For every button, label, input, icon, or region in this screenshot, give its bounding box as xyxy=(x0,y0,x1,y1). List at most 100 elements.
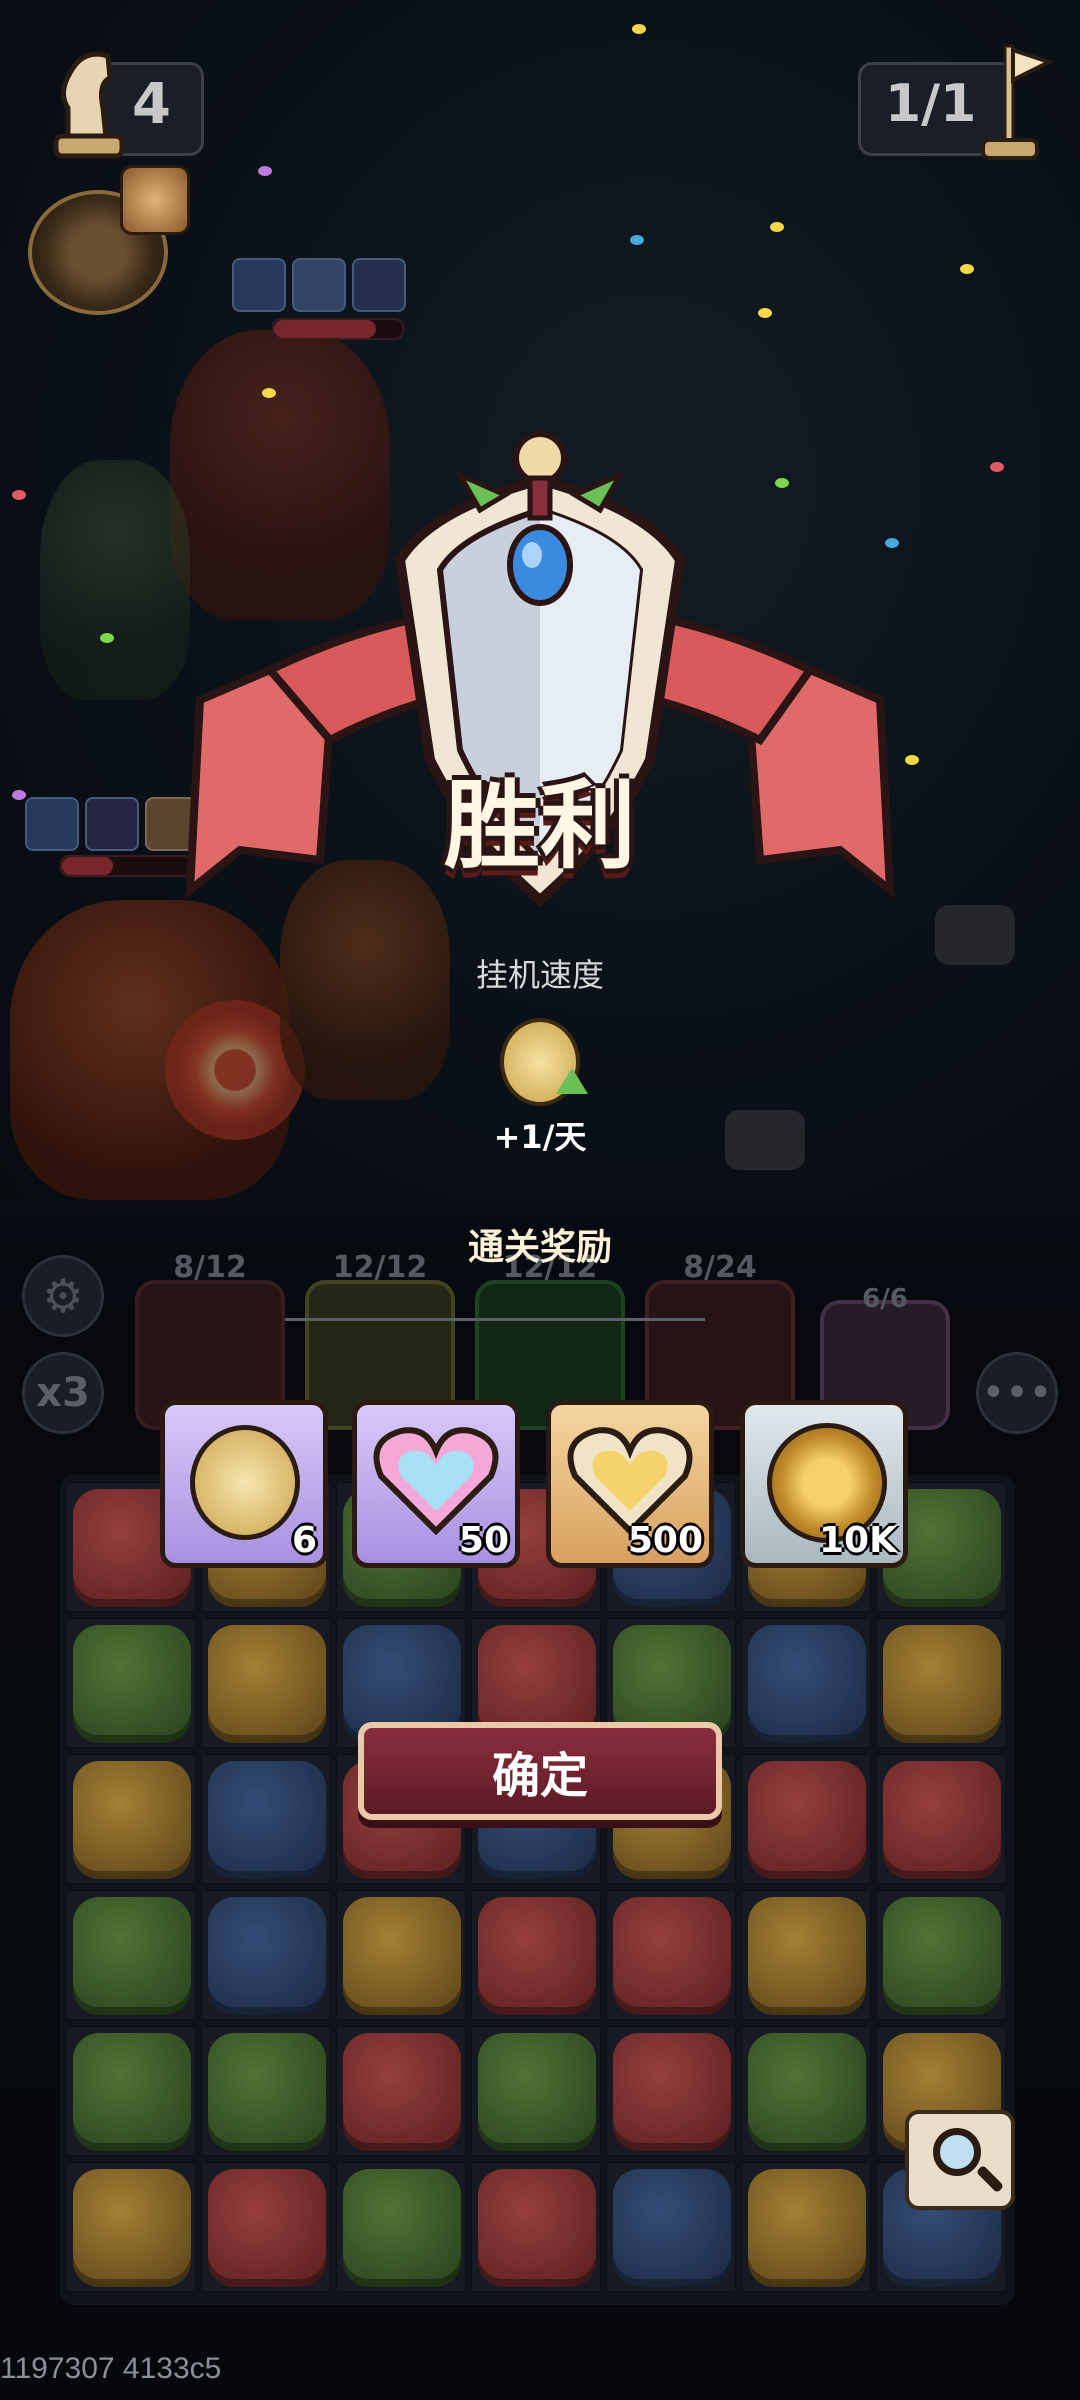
board-cell[interactable] xyxy=(471,1890,601,2020)
green-gem-icon xyxy=(208,2033,326,2151)
confetti-piece xyxy=(100,633,114,643)
reward-quantity: 6 xyxy=(291,1520,317,1561)
red-gem-icon xyxy=(208,2169,326,2287)
flag-icon xyxy=(965,36,1055,166)
more-options-button[interactable]: ••• xyxy=(976,1352,1058,1434)
confetti-piece xyxy=(960,264,974,274)
gold-crystal-coin-icon xyxy=(190,1425,300,1540)
board-cell[interactable] xyxy=(66,1754,196,1884)
board-cell[interactable] xyxy=(741,1618,871,1748)
reward-quantity: 500 xyxy=(627,1520,703,1561)
board-cell[interactable] xyxy=(201,2026,331,2156)
speed-toggle-button[interactable]: x3 xyxy=(22,1352,104,1434)
more-dots-icon: ••• xyxy=(981,1370,1053,1416)
idle-speed-label: 挂机速度 xyxy=(475,956,604,994)
confetti-piece xyxy=(262,388,276,398)
green-gem-icon xyxy=(478,2033,596,2151)
magnifier-icon xyxy=(933,2128,981,2176)
board-cell[interactable] xyxy=(876,1618,1006,1748)
board-cell[interactable] xyxy=(741,2162,871,2292)
hero-portrait-avatar[interactable] xyxy=(120,165,190,235)
yellow-gem-icon xyxy=(73,2169,191,2287)
board-cell[interactable] xyxy=(66,1890,196,2020)
stage-progress-value: 1/1 xyxy=(885,74,977,134)
board-cell[interactable] xyxy=(336,2162,466,2292)
yellow-gem-icon xyxy=(343,1897,461,2015)
confetti-piece xyxy=(770,222,784,232)
board-cell[interactable] xyxy=(336,1890,466,2020)
board-cell[interactable] xyxy=(606,2026,736,2156)
rewards-header: 通关奖励 xyxy=(467,1227,612,1268)
green-gem-icon xyxy=(73,1625,191,1743)
blue-gem-icon xyxy=(748,1625,866,1743)
board-cell[interactable] xyxy=(741,1890,871,2020)
gem-grid xyxy=(66,1482,1010,2296)
reward-card-rainbow-heart[interactable]: 50 xyxy=(352,1400,520,1568)
divider-line xyxy=(285,1318,705,1321)
build-info: 1197307 4133c5 xyxy=(0,2352,222,2385)
yellow-gem-icon xyxy=(883,1625,1001,1743)
confetti-piece xyxy=(12,490,26,500)
board-cell[interactable] xyxy=(201,1618,331,1748)
idle-speed-bonus: +1/天 xyxy=(493,1118,587,1156)
yellow-gem-icon xyxy=(748,2169,866,2287)
team-slot-count: 12/12 xyxy=(332,1250,428,1285)
board-cell[interactable] xyxy=(201,2162,331,2292)
upgrade-arrow-icon xyxy=(556,1068,588,1094)
confetti-piece xyxy=(990,462,1004,472)
board-cell[interactable] xyxy=(66,2162,196,2292)
blue-gem-icon xyxy=(613,2169,731,2287)
settings-gear-button[interactable]: ⚙ xyxy=(22,1255,104,1337)
moves-left-value: 4 xyxy=(132,72,171,137)
board-cell[interactable] xyxy=(606,2162,736,2292)
confetti-piece xyxy=(905,755,919,765)
victory-title: 胜利 xyxy=(444,770,636,882)
board-cell[interactable] xyxy=(741,1754,871,1884)
team-slot-count: 6/6 xyxy=(862,1284,908,1314)
confetti-piece xyxy=(258,166,272,176)
red-gem-icon xyxy=(478,2169,596,2287)
confetti-piece xyxy=(12,790,26,800)
board-cell[interactable] xyxy=(336,2026,466,2156)
speed-label: x3 xyxy=(36,1370,90,1416)
confetti-piece xyxy=(758,308,772,318)
green-gem-icon xyxy=(883,1897,1001,2015)
reward-quantity: 10K xyxy=(819,1520,897,1561)
confetti-piece xyxy=(630,235,644,245)
board-cell[interactable] xyxy=(201,1754,331,1884)
knight-chess-icon xyxy=(48,38,128,163)
reward-card-gold-coin[interactable]: 10K xyxy=(740,1400,908,1568)
reward-card-crystal-coin[interactable]: 6 xyxy=(160,1400,328,1568)
gear-icon: ⚙ xyxy=(42,1269,84,1323)
board-cell[interactable] xyxy=(471,2162,601,2292)
red-gem-icon xyxy=(343,2033,461,2151)
inspect-magnifier-button[interactable] xyxy=(905,2110,1015,2210)
green-gem-icon xyxy=(73,2033,191,2151)
reward-quantity: 50 xyxy=(458,1520,509,1561)
team-slot-count: 8/12 xyxy=(173,1250,247,1285)
board-cell[interactable] xyxy=(741,2026,871,2156)
board-cell[interactable] xyxy=(876,1890,1006,2020)
green-gem-icon xyxy=(73,1897,191,2015)
board-cell[interactable] xyxy=(471,2026,601,2156)
red-gem-icon xyxy=(748,1761,866,1879)
board-cell[interactable] xyxy=(876,1754,1006,1884)
board-cell[interactable] xyxy=(66,2026,196,2156)
confirm-label: 确定 xyxy=(491,1748,588,1804)
board-cell[interactable] xyxy=(66,1618,196,1748)
red-gem-icon xyxy=(613,2033,731,2151)
blue-gem-icon xyxy=(208,1761,326,1879)
yellow-gem-icon xyxy=(748,1897,866,2015)
yellow-gem-icon xyxy=(208,1625,326,1743)
red-gem-icon xyxy=(478,1897,596,2015)
reward-card-gold-heart[interactable]: 500 xyxy=(546,1400,714,1568)
blue-gem-icon xyxy=(208,1897,326,2015)
green-gem-icon xyxy=(748,2033,866,2151)
red-gem-icon xyxy=(613,1897,731,2015)
confirm-button[interactable]: 确定 xyxy=(358,1722,722,1820)
board-cell[interactable] xyxy=(606,1890,736,2020)
confetti-piece xyxy=(632,24,646,34)
yellow-gem-icon xyxy=(73,1761,191,1879)
board-cell[interactable] xyxy=(201,1890,331,2020)
team-slot-count: 8/24 xyxy=(683,1250,757,1285)
